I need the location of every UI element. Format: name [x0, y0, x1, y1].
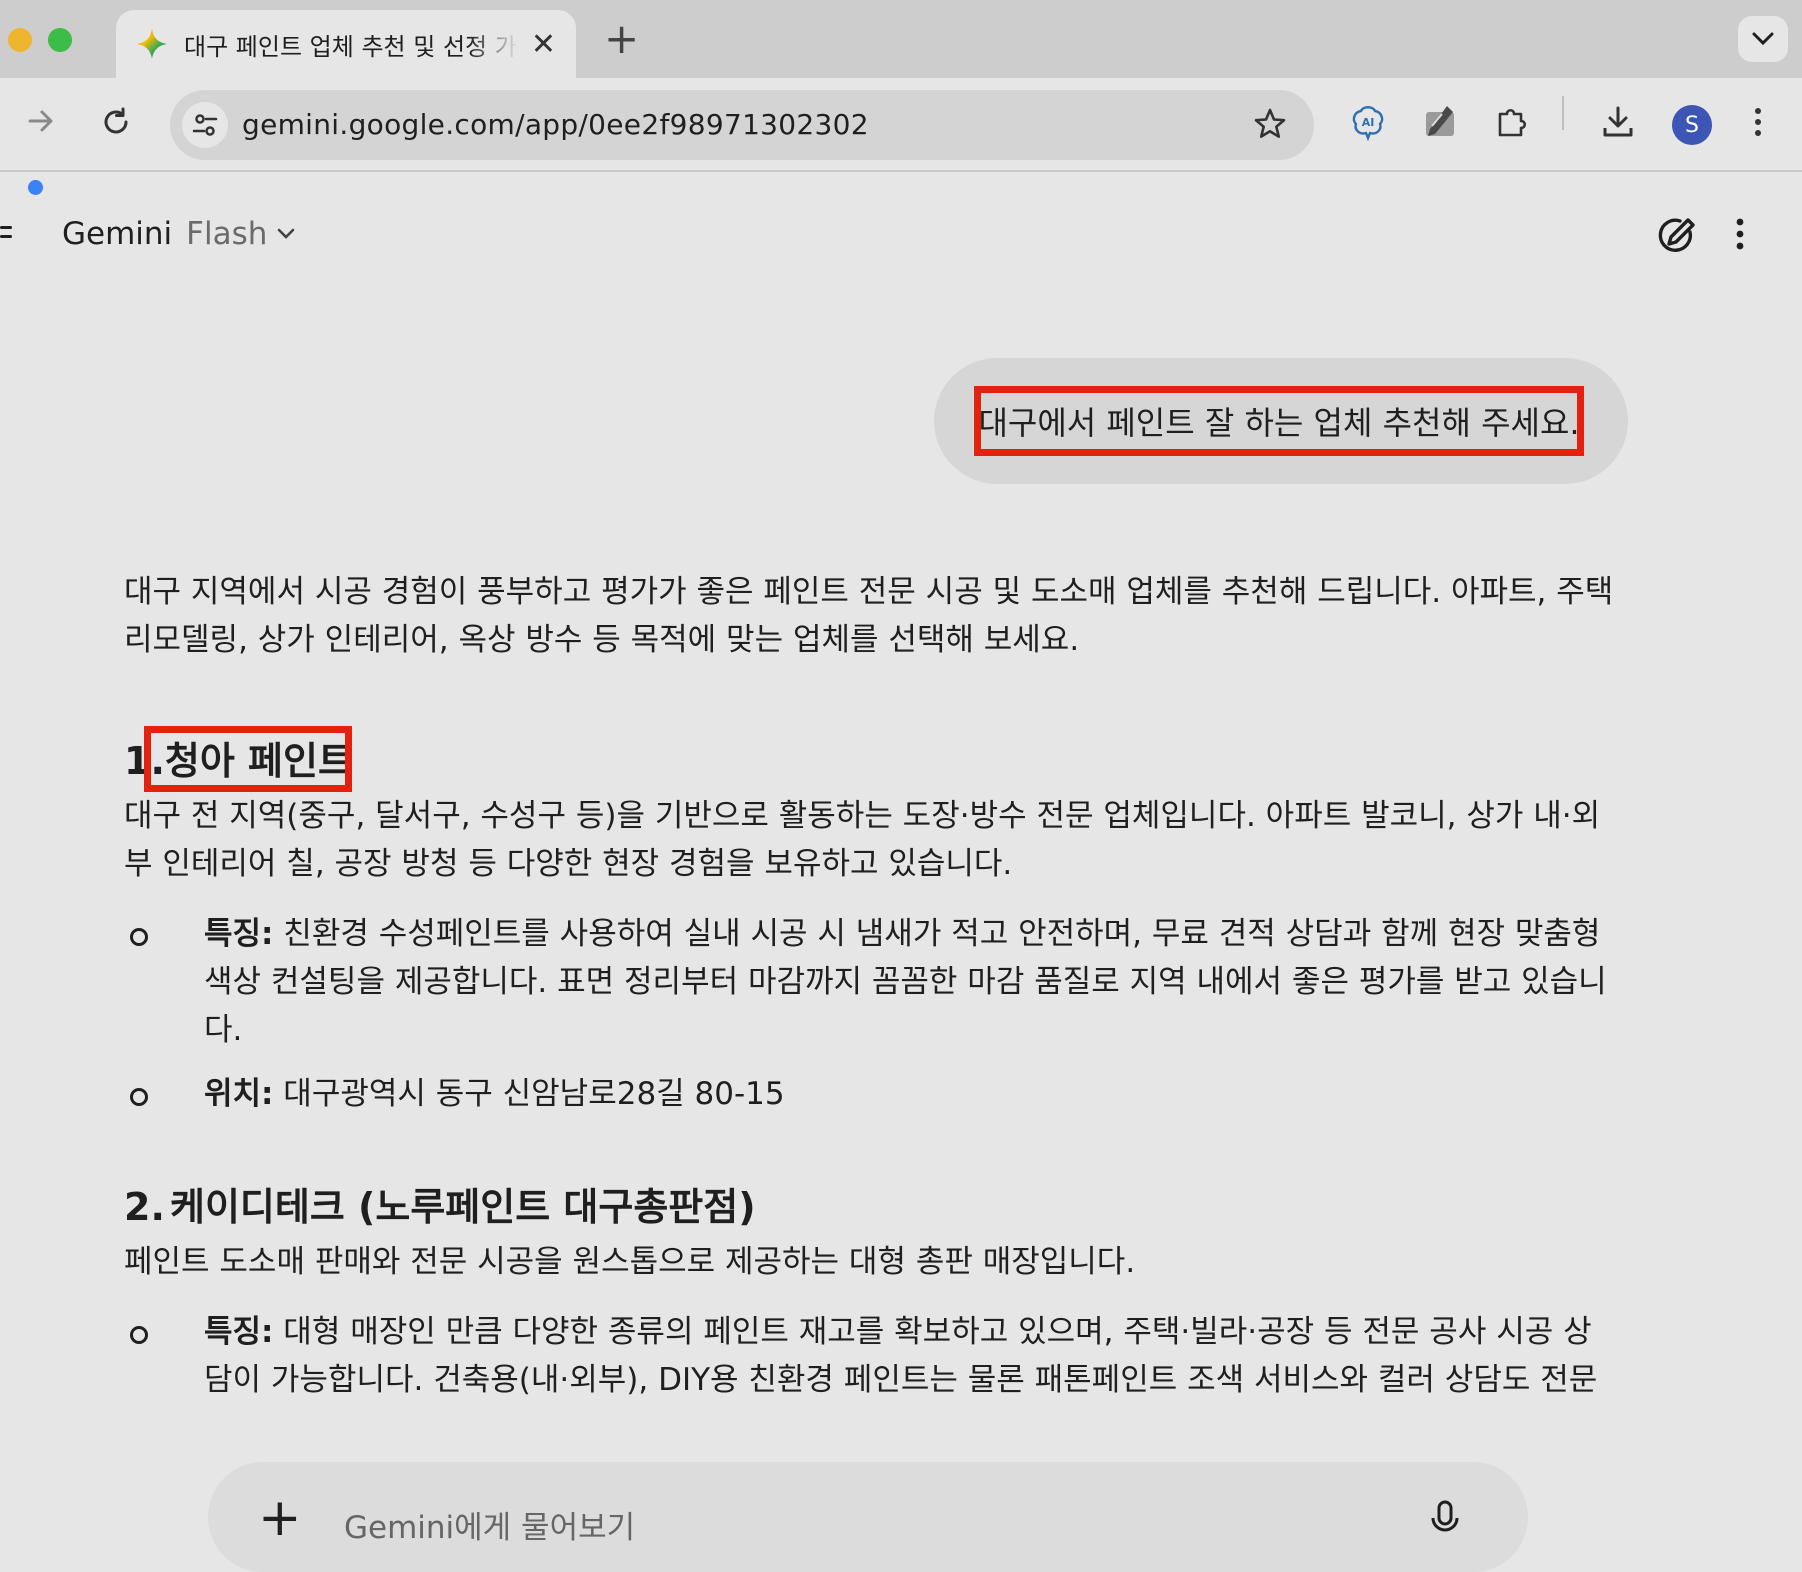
model-response: 대구 지역에서 시공 경험이 풍부하고 평가가 좋은 페인트 전문 시공 및 도…: [124, 568, 1614, 1404]
model-selector[interactable]: Gemini Flash: [62, 216, 295, 252]
gemini-sparkle-icon: [137, 29, 167, 59]
arrow-right-icon: [28, 110, 53, 132]
section-heading-1: 1.청아 페인트: [124, 726, 353, 792]
browser-menu-button[interactable]: [1752, 106, 1764, 138]
prompt-placeholder[interactable]: Gemini에게 물어보기: [344, 1502, 635, 1547]
response-intro: 대구 지역에서 시공 경험이 풍부하고 평가가 좋은 페인트 전문 시공 및 도…: [124, 574, 1614, 658]
heading-title: 케이디테크 (노루페인트 대구총판점): [169, 1185, 756, 1229]
extensions-button[interactable]: [1494, 104, 1530, 140]
microphone-icon: [1431, 1500, 1459, 1532]
prompt-input[interactable]: + Gemini에게 물어보기: [208, 1462, 1528, 1572]
svg-text:AI: AI: [1362, 116, 1375, 129]
url-text[interactable]: gemini.google.com/app/0ee2f98971302302: [242, 108, 869, 141]
profile-initial: S: [1685, 112, 1699, 138]
tune-icon: [192, 114, 218, 136]
downloads-button[interactable]: [1600, 104, 1636, 140]
reload-icon: [104, 107, 128, 134]
toolbar-divider: [1562, 96, 1564, 130]
notification-dot: [28, 180, 43, 195]
browser-toolbar: gemini.google.com/app/0ee2f98971302302 A…: [0, 78, 1802, 172]
add-attachment-icon[interactable]: +: [258, 1492, 302, 1544]
ai-extension-button[interactable]: AI: [1348, 102, 1388, 142]
model-name: Flash: [186, 216, 268, 252]
tool-extension-button[interactable]: [1420, 102, 1460, 142]
section-heading-2: 2. 케이디테크 (노루페인트 대구총판점): [124, 1182, 1614, 1232]
user-message-highlight: 대구에서 페인트 잘 하는 업체 추천해 주세요.: [974, 386, 1584, 456]
puzzle-icon: [1498, 108, 1527, 137]
minimize-window-button[interactable]: [8, 28, 32, 52]
site-info-button[interactable]: [182, 102, 228, 148]
heading-highlight: [144, 726, 352, 792]
active-tab[interactable]: 대구 페인트 업체 추천 및 선정 가이드 ✕: [116, 10, 576, 78]
bullet-text: 대구광역시 동구 신암남로28길 80-15: [283, 1076, 785, 1112]
pen-tool-icon: [1426, 106, 1454, 136]
chevron-down-icon: [1752, 32, 1774, 46]
tab-title: 대구 페인트 업체 추천 및 선정 가이드: [184, 32, 519, 61]
address-bar[interactable]: gemini.google.com/app/0ee2f98971302302: [170, 90, 1314, 160]
section-description: 대구 전 지역(중구, 달서구, 수성구 등)을 기반으로 활동하는 도장·방수…: [124, 798, 1601, 882]
new-chat-button[interactable]: [1654, 214, 1698, 262]
ai-brain-icon: AI: [1352, 106, 1384, 142]
list-item: 위치: 대구광역시 동구 신암남로28길 80-15: [124, 1070, 1614, 1118]
star-icon: [1254, 108, 1286, 138]
app-more-button[interactable]: [1734, 216, 1746, 256]
bullet-icon: [130, 1326, 148, 1344]
new-tab-button[interactable]: +: [604, 14, 639, 63]
bullet-icon: [130, 928, 148, 946]
reload-button[interactable]: [100, 106, 132, 138]
list-item: 특징: 친환경 수성페인트를 사용하여 실내 시공 시 냄새가 적고 안전하며,…: [124, 910, 1614, 1054]
close-tab-icon[interactable]: ✕: [531, 27, 556, 62]
app-name: Gemini: [62, 216, 173, 252]
tab-strip: 대구 페인트 업체 추천 및 선정 가이드 ✕ +: [0, 0, 1802, 78]
list-item: 특징: 대형 매장인 만큼 다양한 종류의 페인트 재고를 확보하고 있으며, …: [124, 1308, 1614, 1404]
kebab-menu-icon: [1736, 218, 1744, 250]
chevron-down-icon: [278, 228, 295, 239]
bullet-text: 대형 매장인 만큼 다양한 종류의 페인트 재고를 확보하고 있으며, 주택·빌…: [204, 1314, 1598, 1398]
profile-avatar[interactable]: S: [1672, 105, 1712, 145]
bullet-label: 특징:: [204, 916, 274, 952]
user-message-text: 대구에서 페인트 잘 하는 업체 추천해 주세요.: [978, 404, 1580, 442]
bookmark-button[interactable]: [1252, 106, 1288, 146]
bullet-text: 친환경 수성페인트를 사용하여 실내 시공 시 냄새가 적고 안전하며, 무료 …: [204, 916, 1607, 1048]
edit-pen-icon: [1658, 218, 1695, 252]
bullet-icon: [130, 1088, 148, 1106]
download-icon: [1603, 106, 1633, 137]
bullet-label: 위치:: [204, 1076, 274, 1112]
main-menu-icon[interactable]: [0, 226, 12, 248]
section-description: 페인트 도소매 판매와 전문 시공을 원스톱으로 제공하는 대형 총판 매장입니…: [124, 1244, 1136, 1280]
heading-number: 2.: [124, 1185, 165, 1229]
maximize-window-button[interactable]: [48, 28, 72, 52]
kebab-menu-icon: [1755, 108, 1761, 136]
tab-search-button[interactable]: [1738, 16, 1788, 62]
forward-button[interactable]: [26, 106, 56, 136]
microphone-button[interactable]: [1430, 1500, 1460, 1544]
bullet-label: 특징:: [204, 1314, 274, 1350]
